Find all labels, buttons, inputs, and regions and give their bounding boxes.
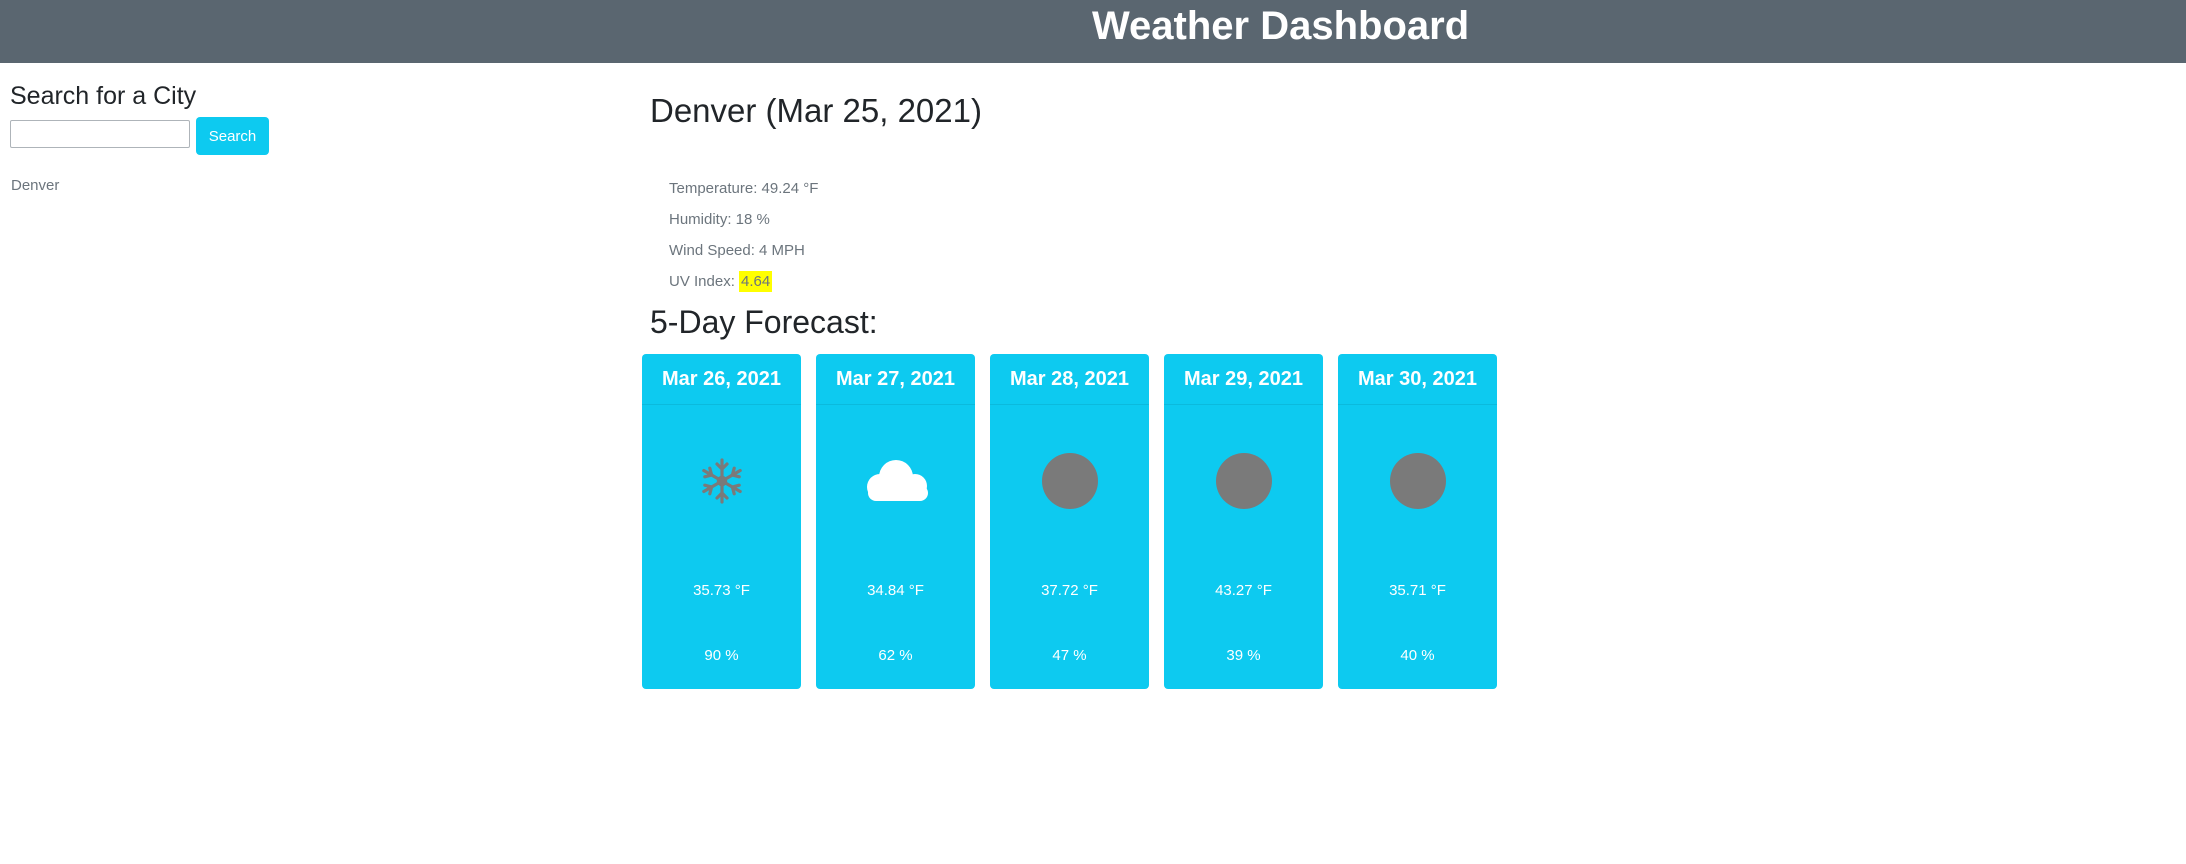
current-wind-speed: Wind Speed: 4 MPH	[669, 242, 805, 259]
current-temperature: Temperature: 49.24 °F	[669, 180, 819, 197]
moon-shape	[1215, 453, 1272, 509]
history-item-denver[interactable]: Denver	[11, 176, 59, 196]
uv-index-badge: 4.64	[739, 271, 773, 292]
forecast-card: Mar 30, 2021 35.71 °F 40 %	[1338, 354, 1497, 689]
search-heading: Search for a City	[10, 82, 197, 110]
snowflake-icon	[642, 451, 801, 511]
forecast-heading: 5-Day Forecast:	[650, 304, 878, 340]
forecast-date: Mar 28, 2021	[990, 354, 1149, 405]
moon-shape	[1041, 453, 1098, 509]
forecast-humidity: 39 %	[1226, 647, 1261, 664]
moon-icon	[990, 451, 1149, 511]
forecast-card: Mar 29, 2021 43.27 °F 39 %	[1164, 354, 1323, 689]
header-bar: Weather Dashboard	[0, 0, 2186, 63]
forecast-date: Mar 26, 2021	[642, 354, 801, 405]
cloud-icon	[816, 451, 975, 511]
forecast-date: Mar 29, 2021	[1164, 354, 1323, 405]
current-city-title: Denver (Mar 25, 2021)	[650, 92, 982, 129]
city-search-input[interactable]	[10, 120, 190, 148]
forecast-humidity: 47 %	[1052, 647, 1087, 664]
page-title: Weather Dashboard	[1092, 4, 1470, 48]
search-history-list: Denver	[11, 176, 59, 196]
moon-shape	[1389, 453, 1446, 509]
forecast-date: Mar 30, 2021	[1338, 354, 1497, 405]
forecast-temperature: 34.84 °F	[867, 582, 924, 599]
forecast-humidity: 40 %	[1400, 647, 1435, 664]
current-humidity: Humidity: 18 %	[669, 211, 770, 228]
moon-icon	[1164, 451, 1323, 511]
forecast-temperature: 35.73 °F	[693, 582, 750, 599]
forecast-temperature: 43.27 °F	[1215, 582, 1272, 599]
current-weather-stats: Temperature: 49.24 °F Humidity: 18 % Win…	[669, 177, 818, 301]
current-uv-index: UV Index: 4.64	[669, 270, 818, 301]
uv-index-label: UV Index:	[669, 273, 735, 290]
forecast-humidity: 90 %	[704, 647, 739, 664]
search-button[interactable]: Search	[196, 117, 269, 155]
moon-icon	[1338, 451, 1497, 511]
forecast-card: Mar 28, 2021 37.72 °F 47 %	[990, 354, 1149, 689]
forecast-date: Mar 27, 2021	[816, 354, 975, 405]
forecast-temperature: 35.71 °F	[1389, 582, 1446, 599]
forecast-humidity: 62 %	[878, 647, 913, 664]
forecast-card: Mar 26, 2021 35.73 °F 90 %	[642, 354, 801, 689]
forecast-card: Mar 27, 2021 34.84 °F 62 %	[816, 354, 975, 689]
forecast-temperature: 37.72 °F	[1041, 582, 1098, 599]
